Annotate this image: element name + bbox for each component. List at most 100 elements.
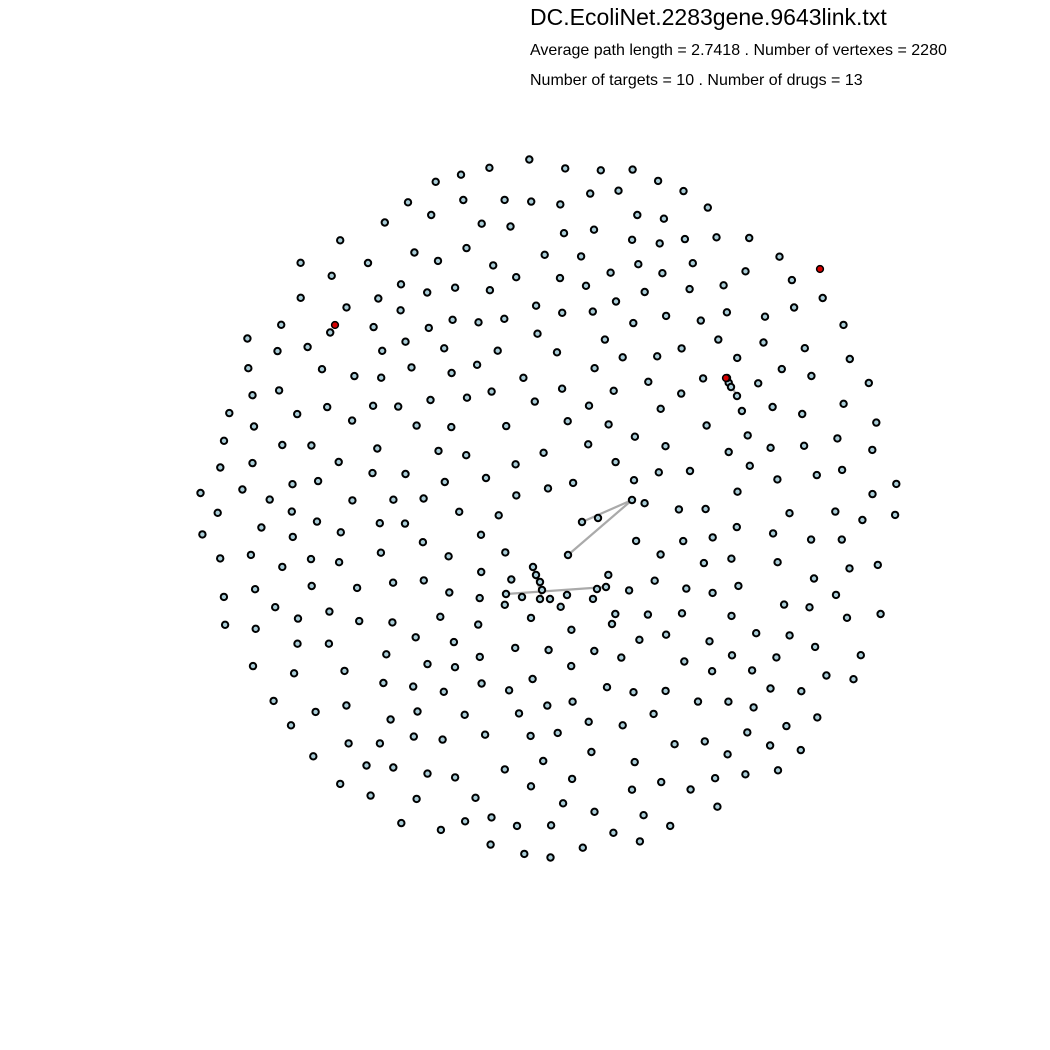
gene-node xyxy=(727,554,736,563)
gene-node xyxy=(409,682,418,691)
gene-node xyxy=(837,535,846,544)
gene-node xyxy=(768,402,777,412)
gene-node xyxy=(787,275,797,285)
gene-node xyxy=(326,328,335,337)
gene-node xyxy=(546,853,555,862)
gene-node xyxy=(376,548,386,557)
gene-node xyxy=(677,609,687,618)
gene-node xyxy=(856,651,865,660)
gene-node xyxy=(243,334,252,343)
gene-node xyxy=(389,763,398,772)
gene-node xyxy=(601,582,611,592)
gene-node xyxy=(588,307,597,316)
gene-node xyxy=(368,401,378,410)
gene-node xyxy=(485,163,494,173)
gene-node xyxy=(380,218,389,227)
network-graph xyxy=(196,155,901,862)
gene-node xyxy=(800,344,809,353)
gene-node xyxy=(839,320,848,330)
gene-node xyxy=(624,586,634,595)
gene-node xyxy=(363,258,373,268)
gene-node xyxy=(578,843,587,852)
gene-node xyxy=(273,346,282,356)
gene-node xyxy=(732,391,742,401)
gene-node xyxy=(543,484,553,493)
gene-node xyxy=(289,669,299,678)
gene-node xyxy=(797,687,806,696)
gene-node xyxy=(831,507,840,516)
gene-node xyxy=(654,468,663,477)
gene-node xyxy=(307,441,316,450)
gene-node xyxy=(813,713,822,722)
gene-node xyxy=(378,346,387,355)
gene-node xyxy=(396,306,405,315)
gene-node xyxy=(876,609,885,619)
gene-node xyxy=(512,491,521,500)
gene-node xyxy=(546,821,556,830)
gene-node xyxy=(526,731,535,741)
gene-node xyxy=(849,675,858,684)
gene-node xyxy=(249,422,259,431)
gene-node xyxy=(374,294,383,303)
gene-node xyxy=(389,495,398,504)
gene-node xyxy=(609,386,618,395)
gene-node xyxy=(196,488,205,498)
gene-node xyxy=(634,260,643,269)
gene-node xyxy=(768,529,778,538)
gene-node xyxy=(411,633,420,642)
gene-node xyxy=(238,485,247,494)
gene-node xyxy=(486,840,495,849)
gene-node xyxy=(732,522,741,532)
gene-node xyxy=(277,320,286,329)
gene-node xyxy=(680,234,690,244)
gene-node xyxy=(293,639,302,648)
gene-node xyxy=(556,200,565,209)
gene-node xyxy=(407,363,416,372)
gene-node xyxy=(868,445,877,455)
network-edge xyxy=(581,498,633,524)
gene-node xyxy=(507,575,516,584)
gene-node xyxy=(745,461,754,470)
gene-node xyxy=(737,406,747,416)
gene-node xyxy=(306,554,316,564)
gene-node xyxy=(271,603,280,612)
gene-node xyxy=(618,721,627,730)
gene-node xyxy=(693,697,703,706)
gene-node xyxy=(344,739,353,748)
gene-node xyxy=(734,581,743,591)
gene-node xyxy=(659,214,669,223)
gene-node xyxy=(450,663,460,672)
gene-node xyxy=(493,346,502,355)
gene-node xyxy=(539,756,548,766)
gene-node xyxy=(438,735,447,744)
gene-node xyxy=(450,283,460,292)
gene-node xyxy=(265,495,274,504)
gene-node xyxy=(434,446,443,456)
gene-node xyxy=(590,646,599,656)
gene-node xyxy=(892,479,901,489)
gene-node xyxy=(471,793,480,802)
gene-node xyxy=(796,745,805,755)
gene-node xyxy=(474,620,483,629)
gene-node xyxy=(540,250,549,260)
gene-node xyxy=(677,389,686,398)
gene-node xyxy=(553,728,562,738)
gene-node xyxy=(699,558,709,568)
gene-node xyxy=(501,548,510,557)
gene-node xyxy=(741,267,750,276)
gene-node xyxy=(643,610,653,619)
gene-node xyxy=(412,421,421,430)
gene-node xyxy=(777,364,786,374)
gene-node xyxy=(543,701,552,710)
gene-node xyxy=(462,393,472,402)
gene-node xyxy=(506,222,515,231)
gene-node xyxy=(485,286,495,295)
gene-node xyxy=(743,431,752,440)
gene-node xyxy=(475,652,484,662)
gene-node xyxy=(782,721,791,731)
gene-node xyxy=(459,195,468,205)
gene-node xyxy=(589,225,599,234)
gene-node xyxy=(685,466,695,476)
gene-node xyxy=(342,701,351,710)
gene-node xyxy=(568,478,578,488)
